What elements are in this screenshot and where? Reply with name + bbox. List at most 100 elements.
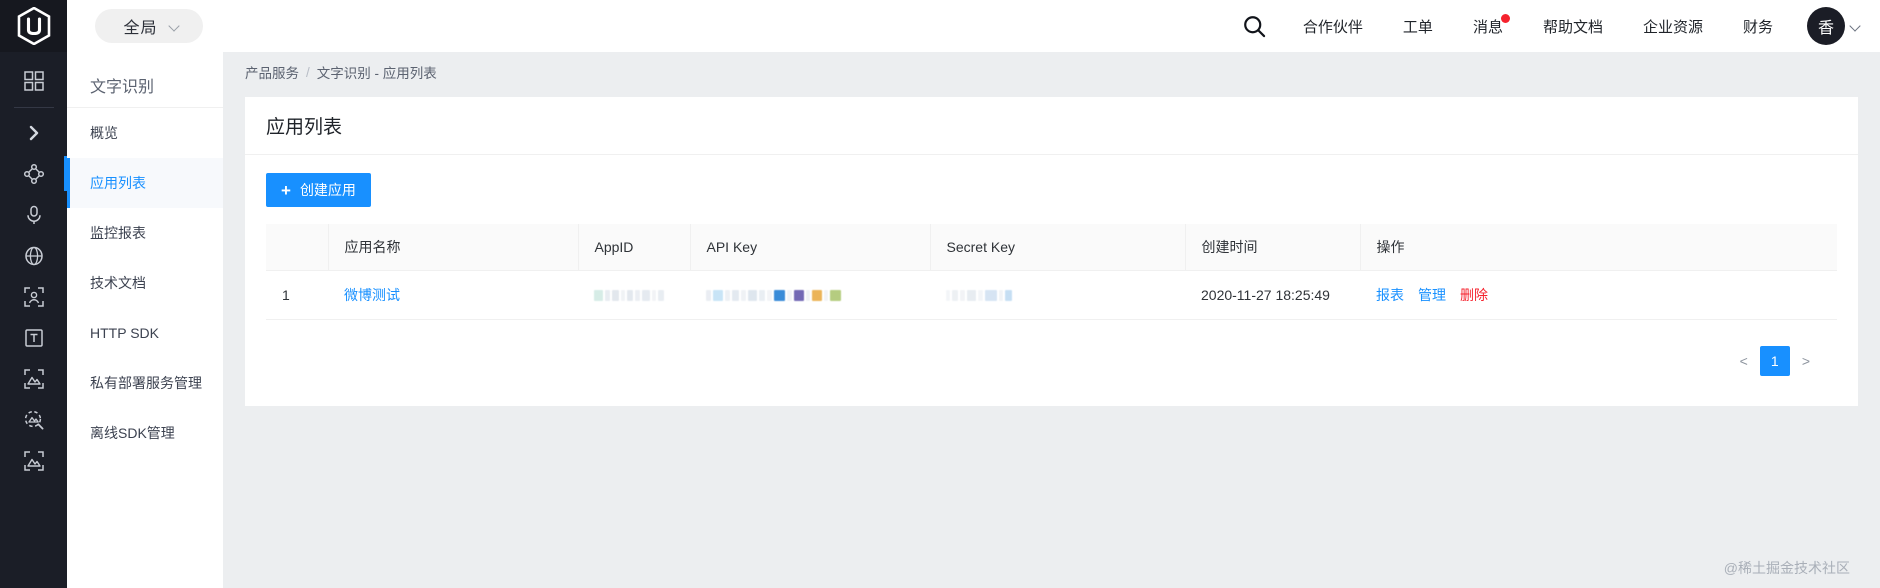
rail-item-apps[interactable] bbox=[0, 60, 67, 101]
page-root: 全局 合作伙伴 工单 消息 帮助文档 bbox=[0, 0, 1880, 588]
secret-key-redacted bbox=[946, 288, 1185, 302]
breadcrumb-current: 文字识别 - 应用列表 bbox=[317, 62, 437, 82]
action-manage-link[interactable]: 管理 bbox=[1418, 285, 1446, 305]
sidebar-item-label: HTTP SDK bbox=[90, 325, 159, 341]
page-title: 应用列表 bbox=[245, 97, 1858, 155]
pagination: < 1 > bbox=[266, 320, 1837, 406]
globe-icon bbox=[23, 245, 45, 267]
sidebar-item-http-sdk[interactable]: HTTP SDK bbox=[67, 308, 223, 358]
nav-item-messages[interactable]: 消息 bbox=[1453, 0, 1523, 52]
main-content: 产品服务 / 文字识别 - 应用列表 应用列表 + 创建应用 bbox=[224, 52, 1880, 588]
text-recognition-icon bbox=[23, 327, 45, 349]
nav-item-partners[interactable]: 合作伙伴 bbox=[1283, 0, 1383, 52]
rail-item-ocr[interactable] bbox=[0, 317, 67, 358]
table-body: 1 微博测试 bbox=[266, 271, 1837, 320]
sidebar-item-app-list[interactable]: 应用列表 bbox=[67, 158, 223, 208]
nav-label: 合作伙伴 bbox=[1303, 16, 1363, 37]
image-scan-icon bbox=[23, 450, 45, 472]
rail-item-speech[interactable] bbox=[0, 194, 67, 235]
app-list-card: 应用列表 + 创建应用 应用名称 AppID API Key bbox=[245, 97, 1858, 406]
sidebar-item-overview[interactable]: 概览 bbox=[67, 108, 223, 158]
plus-icon: + bbox=[281, 182, 291, 199]
nav-item-enterprise-resources[interactable]: 企业资源 bbox=[1623, 0, 1723, 52]
top-bar: 全局 合作伙伴 工单 消息 帮助文档 bbox=[0, 0, 1880, 52]
chevron-right-icon bbox=[24, 123, 44, 143]
nav-item-finance[interactable]: 财务 bbox=[1723, 0, 1793, 52]
cell-actions: 报表 管理 删除 bbox=[1360, 271, 1837, 320]
action-delete-link[interactable]: 删除 bbox=[1460, 285, 1488, 305]
table-header-row: 应用名称 AppID API Key Secret Key 创建时间 操作 bbox=[266, 224, 1837, 271]
cell-created-at: 2020-11-27 18:25:49 bbox=[1185, 271, 1360, 320]
action-report-link[interactable]: 报表 bbox=[1376, 285, 1404, 305]
sidebar-item-offline-sdk[interactable]: 离线SDK管理 bbox=[67, 408, 223, 458]
pagination-next[interactable]: > bbox=[1796, 346, 1816, 376]
table-header: 应用名称 AppID API Key Secret Key 创建时间 操作 bbox=[266, 224, 1837, 271]
body-container: 文字识别 概览 应用列表 监控报表 技术文档 HTTP SDK 私有部署服务管理… bbox=[0, 52, 1880, 588]
create-app-button[interactable]: + 创建应用 bbox=[266, 173, 371, 207]
global-scope-label: 全局 bbox=[123, 14, 157, 38]
rail-item-face[interactable] bbox=[0, 276, 67, 317]
cell-api-key bbox=[690, 271, 930, 320]
col-header-apikey: API Key bbox=[690, 224, 930, 271]
nav-label: 企业资源 bbox=[1643, 16, 1703, 37]
sub-sidebar-title: 文字识别 bbox=[67, 62, 223, 108]
nav-label: 帮助文档 bbox=[1543, 16, 1603, 37]
nav-label: 财务 bbox=[1743, 16, 1773, 37]
grid-apps-icon bbox=[23, 70, 45, 92]
api-key-redacted bbox=[706, 288, 930, 302]
breadcrumb-separator: / bbox=[306, 65, 310, 80]
breadcrumb-root[interactable]: 产品服务 bbox=[245, 62, 299, 82]
cell-index: 1 bbox=[266, 271, 328, 320]
search-icon bbox=[1242, 14, 1267, 39]
sidebar-item-label: 技术文档 bbox=[90, 273, 146, 293]
sidebar-item-tech-docs[interactable]: 技术文档 bbox=[67, 258, 223, 308]
face-scan-icon bbox=[23, 286, 45, 308]
row-actions: 报表 管理 删除 bbox=[1376, 285, 1837, 305]
global-scope-selector[interactable]: 全局 bbox=[95, 9, 203, 43]
sidebar-item-label: 监控报表 bbox=[90, 223, 146, 243]
search-button[interactable] bbox=[1227, 0, 1283, 52]
image-search-icon bbox=[23, 409, 45, 431]
chevron-down-icon bbox=[1851, 21, 1862, 32]
app-list-table: 应用名称 AppID API Key Secret Key 创建时间 操作 1 bbox=[266, 224, 1837, 320]
create-app-label: 创建应用 bbox=[300, 180, 356, 200]
nav-item-tickets[interactable]: 工单 bbox=[1383, 0, 1453, 52]
app-name-link[interactable]: 微博测试 bbox=[344, 287, 400, 303]
breadcrumb: 产品服务 / 文字识别 - 应用列表 bbox=[224, 52, 1880, 92]
sidebar-item-label: 应用列表 bbox=[90, 173, 146, 193]
cell-secret-key bbox=[930, 271, 1185, 320]
col-header-appid: AppID bbox=[578, 224, 690, 271]
rail-item-image-search[interactable] bbox=[0, 399, 67, 440]
col-header-name: 应用名称 bbox=[328, 224, 578, 271]
sidebar-item-label: 私有部署服务管理 bbox=[90, 373, 202, 393]
sub-sidebar: 文字识别 概览 应用列表 监控报表 技术文档 HTTP SDK 私有部署服务管理… bbox=[67, 52, 224, 588]
sidebar-item-private-deploy[interactable]: 私有部署服务管理 bbox=[67, 358, 223, 408]
user-account-menu[interactable]: 香 bbox=[1793, 7, 1870, 45]
col-header-actions: 操作 bbox=[1360, 224, 1837, 271]
nav-label: 工单 bbox=[1403, 16, 1433, 37]
top-navigation: 合作伙伴 工单 消息 帮助文档 企业资源 财务 香 bbox=[1227, 0, 1880, 52]
nav-item-help-docs[interactable]: 帮助文档 bbox=[1523, 0, 1623, 52]
pagination-page-1[interactable]: 1 bbox=[1760, 346, 1790, 376]
col-header-index bbox=[266, 224, 328, 271]
card-body: + 创建应用 应用名称 AppID API Key Secret Key 创建时 bbox=[245, 155, 1858, 406]
rail-divider bbox=[14, 107, 54, 108]
rail-item-expand[interactable] bbox=[0, 112, 67, 153]
nav-label: 消息 bbox=[1473, 16, 1503, 37]
icon-rail bbox=[0, 52, 67, 588]
pagination-prev[interactable]: < bbox=[1734, 346, 1754, 376]
watermark: @稀土掘金技术社区 bbox=[1724, 558, 1850, 578]
table-row: 1 微博测试 bbox=[266, 271, 1837, 320]
rail-item-network[interactable] bbox=[0, 153, 67, 194]
rail-item-image[interactable] bbox=[0, 358, 67, 399]
sidebar-item-monitoring-reports[interactable]: 监控报表 bbox=[67, 208, 223, 258]
image-icon bbox=[23, 368, 45, 390]
network-nodes-icon bbox=[23, 163, 45, 185]
cell-appid bbox=[578, 271, 690, 320]
chevron-down-icon bbox=[170, 21, 181, 32]
sidebar-item-label: 离线SDK管理 bbox=[90, 423, 175, 443]
rail-item-image-scan[interactable] bbox=[0, 440, 67, 481]
logo-container[interactable] bbox=[0, 0, 67, 52]
hexagon-cube-logo-icon bbox=[17, 7, 51, 45]
rail-item-nlp[interactable] bbox=[0, 235, 67, 276]
